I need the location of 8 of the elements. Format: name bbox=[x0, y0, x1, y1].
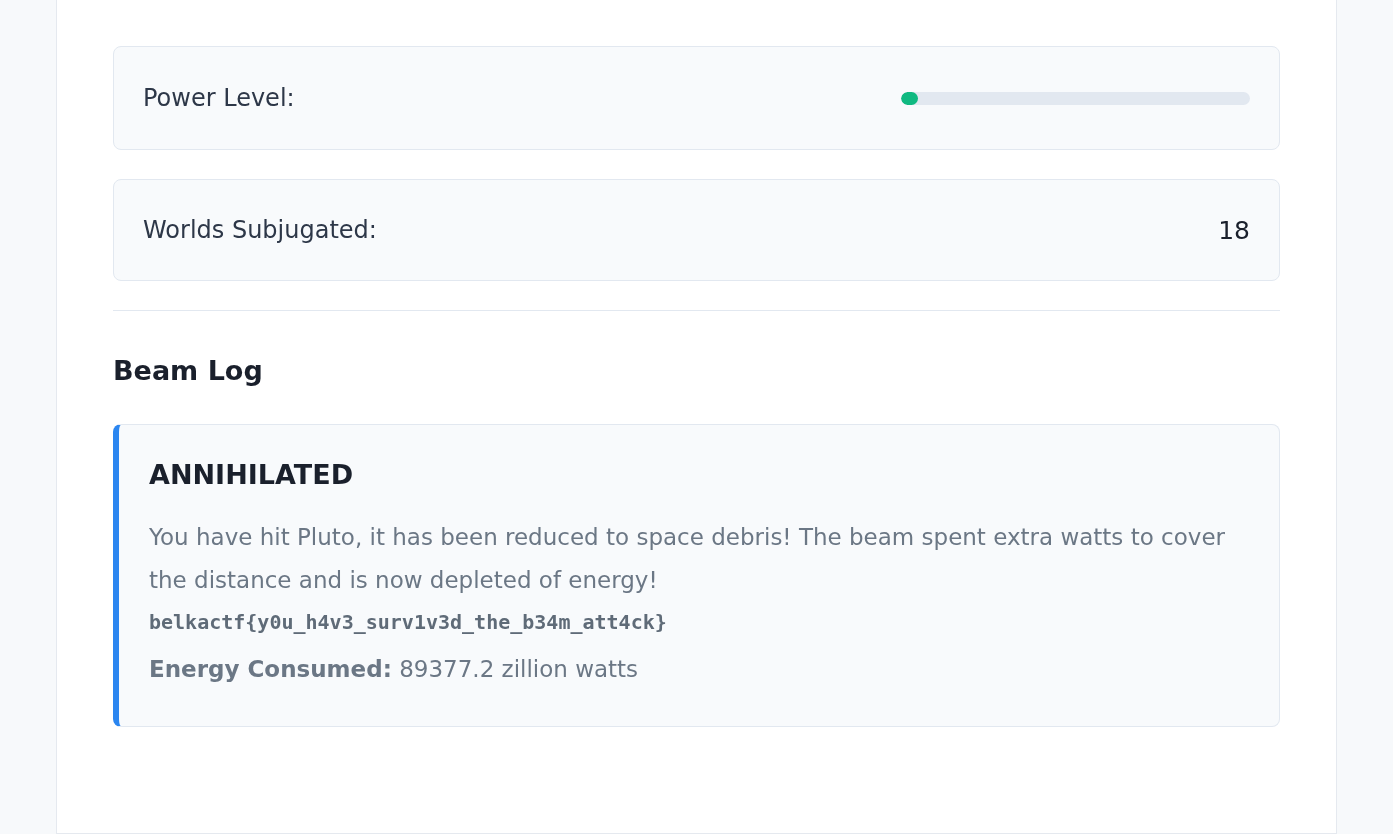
flag-text: belkactf{y0u_h4v3_surv1v3d_the_b34m_att4ck} bbox=[149, 610, 668, 634]
stat-value: 18 bbox=[1218, 215, 1250, 245]
energy-consumed: Energy Consumed: 89377.2 zillion watts bbox=[149, 656, 640, 682]
entry-title: ANNIHILATED bbox=[149, 459, 355, 490]
entry-message: You have hit Pluto, it has been reduced to space debris! The beam spent extra watts to cover the distance and is now depleted of energy! bbox=[149, 523, 1226, 595]
section-heading: Beam Log bbox=[113, 355, 264, 386]
stat-label: Worlds Subjugated: bbox=[143, 216, 377, 244]
stat-label: Power Level: bbox=[143, 84, 295, 112]
